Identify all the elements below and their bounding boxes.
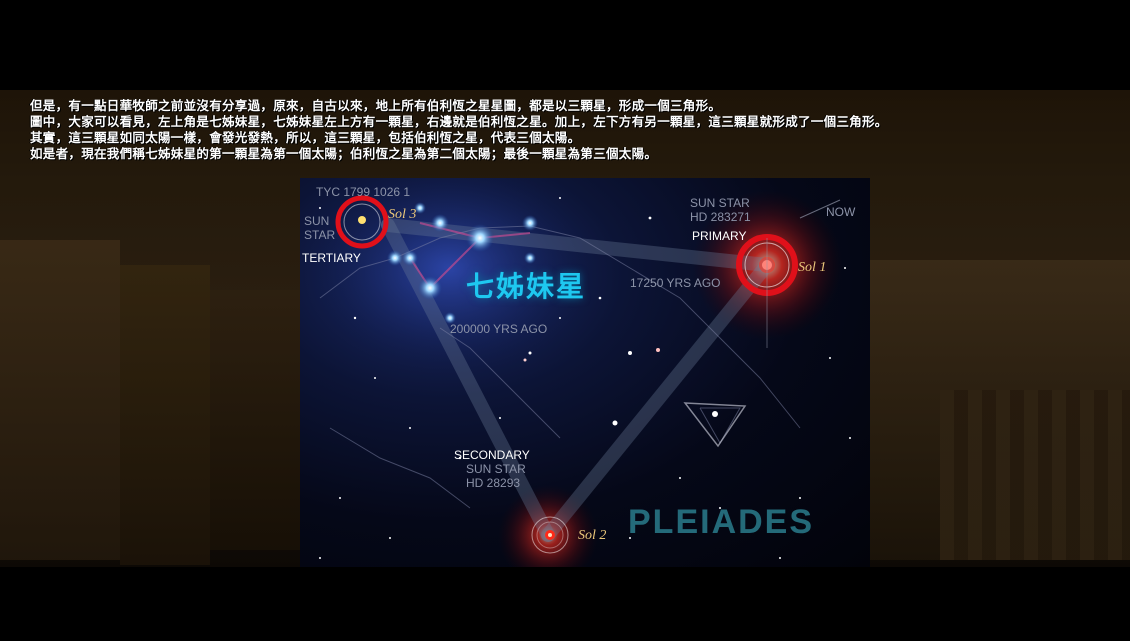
tertiary-label: TERTIARY bbox=[302, 251, 361, 265]
caption-line-1: 但是，有一點日華牧師之前並沒有分享過，原來，自古以來，地上所有伯利恆之星星圖，都… bbox=[30, 98, 722, 113]
letterbox-bottom bbox=[0, 567, 1130, 641]
secondary-hd-label: HD 28293 bbox=[466, 476, 521, 490]
primary-sun-star-label: SUN STAR bbox=[690, 196, 750, 210]
tertiary-sun-label: SUN bbox=[304, 214, 330, 228]
letterbox-top bbox=[0, 0, 1130, 90]
caption-line-2: 圖中，大家可以看見，左上角是七姊妹星，七姊妹星左上方有一顆星，右邊就是伯利恆之星… bbox=[30, 114, 888, 129]
now-label: NOW bbox=[826, 205, 856, 219]
building-left-2 bbox=[120, 265, 210, 565]
secondary-label: SECONDARY bbox=[454, 448, 530, 462]
yrs-17250-label: 17250 YRS AGO bbox=[630, 276, 721, 290]
secondary-star bbox=[531, 516, 569, 554]
sol2-label: Sol 2 bbox=[578, 528, 607, 543]
primary-label: PRIMARY bbox=[692, 229, 747, 243]
tyc-label: TYC 1799 1026 1 bbox=[316, 185, 411, 199]
seven-sisters-label: 七姊妹星 bbox=[466, 270, 587, 303]
caption-line-4: 如是者，現在我們稱七姊妹星的第一顆星為第一個太陽；伯利恆之星為第二個太陽；最後一… bbox=[30, 146, 658, 161]
video-frame: TYC 1799 1026 1 SUN STAR TERTIARY Sol 3 … bbox=[0, 0, 1130, 641]
caption-line-3: 其實，這三顆星如同太陽一樣，會發光發熱，所以，這三顆星，包括伯利恆之星，代表三個… bbox=[30, 130, 581, 145]
pleiades-label: PLEIADES bbox=[628, 503, 815, 541]
sol3-label: Sol 3 bbox=[388, 207, 417, 222]
subtitle-caption: 但是，有一點日華牧師之前並沒有分享過，原來，自古以來，地上所有伯利恆之星星圖，都… bbox=[30, 98, 1110, 162]
building-left bbox=[0, 240, 120, 560]
yrs-200000-label: 200000 YRS AGO bbox=[450, 322, 548, 336]
secondary-sun-star-label: SUN STAR bbox=[466, 462, 526, 476]
building-left-3 bbox=[210, 290, 300, 550]
primary-hd-label: HD 283271 bbox=[690, 210, 751, 224]
wall-right bbox=[940, 390, 1130, 560]
sol1-label: Sol 1 bbox=[798, 260, 827, 275]
tertiary-star-label: STAR bbox=[304, 228, 336, 242]
